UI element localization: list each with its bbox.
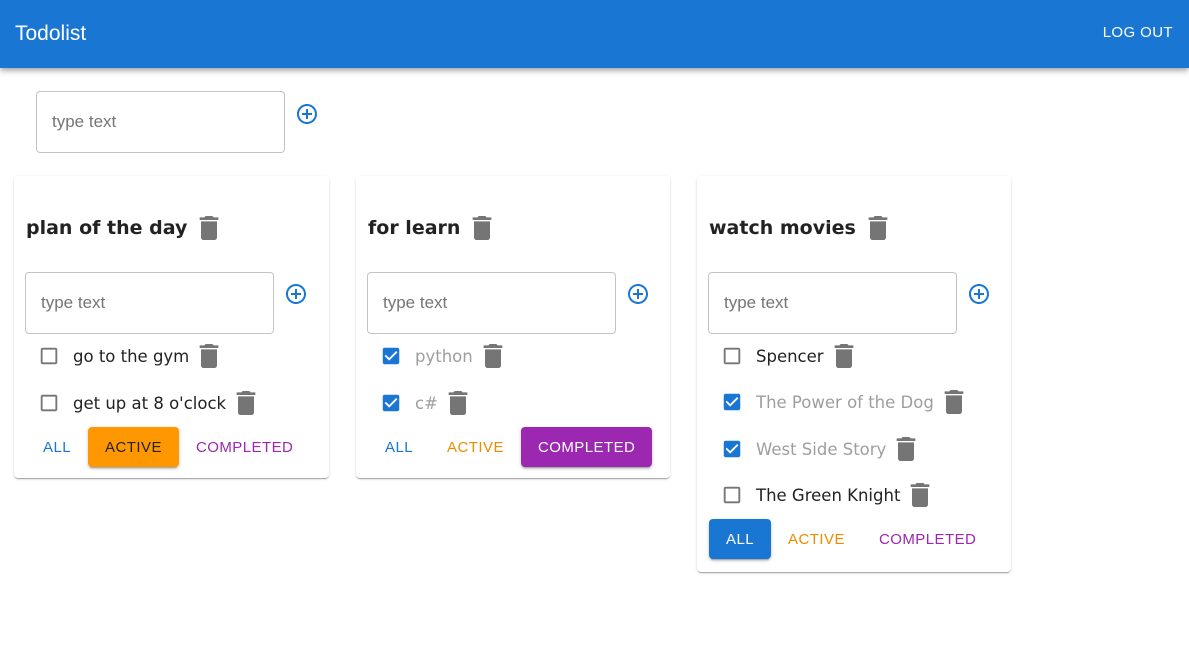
task-input[interactable] bbox=[41, 292, 241, 314]
card-title-row: plan of the day bbox=[26, 216, 219, 240]
task-title[interactable]: Spencer bbox=[756, 347, 824, 366]
task-item: c# bbox=[368, 385, 468, 421]
trash-icon bbox=[896, 437, 916, 461]
add-circle-outline-icon bbox=[297, 104, 317, 124]
task-item: Spencer bbox=[709, 338, 854, 374]
task-input[interactable] bbox=[724, 292, 924, 314]
task-item: get up at 8 o'clock bbox=[26, 385, 256, 421]
trash-icon bbox=[868, 216, 888, 240]
task-input-field[interactable] bbox=[708, 272, 957, 334]
app-title: Todolist bbox=[15, 22, 87, 45]
trash-icon bbox=[236, 391, 256, 415]
task-title[interactable]: get up at 8 o'clock bbox=[73, 394, 226, 413]
trash-icon bbox=[834, 344, 853, 368]
add-circle-outline-icon bbox=[628, 284, 648, 304]
delete-task-button[interactable] bbox=[199, 344, 219, 368]
todolist-card-watch-movies: watch movies Spencer The Power of the Do… bbox=[697, 176, 1011, 572]
checkbox-checked-icon bbox=[382, 347, 400, 365]
task-input[interactable] bbox=[383, 292, 583, 314]
task-item: go to the gym bbox=[26, 338, 219, 374]
filter-active-button[interactable]: ACTIVE bbox=[430, 427, 521, 467]
delete-task-button[interactable] bbox=[448, 391, 468, 415]
new-list-field[interactable] bbox=[36, 91, 285, 153]
delete-list-button[interactable] bbox=[868, 216, 888, 240]
trash-icon bbox=[944, 390, 964, 414]
add-circle-outline-icon bbox=[286, 284, 306, 304]
trash-icon bbox=[199, 344, 219, 368]
new-list-input[interactable] bbox=[52, 111, 252, 133]
task-checkbox[interactable] bbox=[380, 392, 402, 414]
delete-task-button[interactable] bbox=[910, 483, 930, 507]
card-title: watch movies bbox=[709, 217, 856, 239]
task-checkbox[interactable] bbox=[38, 345, 60, 367]
task-item: The Power of the Dog bbox=[709, 384, 964, 420]
filter-buttons: ALL ACTIVE COMPLETED bbox=[26, 427, 310, 467]
filter-completed-button[interactable]: COMPLETED bbox=[179, 427, 310, 467]
task-item: West Side Story bbox=[709, 431, 916, 467]
trash-icon bbox=[448, 391, 468, 415]
task-checkbox[interactable] bbox=[721, 345, 743, 367]
filter-buttons: ALL ACTIVE COMPLETED bbox=[368, 427, 653, 467]
todolist-card-plan-of-the-day: plan of the day go to the gym get up at … bbox=[14, 176, 329, 478]
task-title[interactable]: python bbox=[415, 347, 473, 366]
card-title: for learn bbox=[368, 217, 461, 239]
checkbox-unchecked-icon bbox=[723, 347, 741, 365]
filter-all-button[interactable]: ALL bbox=[26, 427, 88, 467]
task-title[interactable]: c# bbox=[415, 394, 438, 413]
checkbox-unchecked-icon bbox=[40, 347, 58, 365]
delete-list-button[interactable] bbox=[199, 216, 219, 240]
task-checkbox[interactable] bbox=[721, 391, 743, 413]
add-task-button[interactable] bbox=[966, 281, 992, 307]
task-checkbox[interactable] bbox=[721, 484, 743, 506]
trash-icon bbox=[473, 216, 492, 240]
filter-all-button[interactable]: ALL bbox=[368, 427, 430, 467]
task-checkbox[interactable] bbox=[721, 438, 743, 460]
filter-completed-button[interactable]: COMPLETED bbox=[862, 519, 993, 559]
filter-buttons: ALL ACTIVE COMPLETED bbox=[709, 519, 993, 559]
task-item: python bbox=[368, 338, 503, 374]
card-title-row: watch movies bbox=[709, 216, 888, 240]
app-bar: Todolist LOG OUT bbox=[0, 0, 1189, 68]
task-title[interactable]: The Power of the Dog bbox=[756, 393, 934, 412]
delete-task-button[interactable] bbox=[236, 391, 256, 415]
logout-button[interactable]: LOG OUT bbox=[1103, 23, 1173, 43]
task-input-field[interactable] bbox=[367, 272, 616, 334]
card-title-row: for learn bbox=[368, 216, 492, 240]
trash-icon bbox=[200, 216, 219, 240]
add-list-button[interactable] bbox=[294, 101, 320, 127]
delete-task-button[interactable] bbox=[834, 344, 854, 368]
checkbox-unchecked-icon bbox=[723, 486, 741, 504]
task-title[interactable]: go to the gym bbox=[73, 347, 189, 366]
filter-active-button[interactable]: ACTIVE bbox=[771, 519, 862, 559]
checkbox-checked-icon bbox=[382, 394, 400, 412]
task-title[interactable]: West Side Story bbox=[756, 440, 886, 459]
checkbox-unchecked-icon bbox=[40, 394, 58, 412]
delete-task-button[interactable] bbox=[944, 390, 964, 414]
filter-active-button[interactable]: ACTIVE bbox=[88, 427, 179, 467]
add-circle-outline-icon bbox=[969, 284, 989, 304]
card-title: plan of the day bbox=[26, 217, 188, 239]
delete-list-button[interactable] bbox=[472, 216, 492, 240]
delete-task-button[interactable] bbox=[896, 437, 916, 461]
trash-icon bbox=[483, 344, 503, 368]
add-task-button[interactable] bbox=[625, 281, 651, 307]
filter-completed-button[interactable]: COMPLETED bbox=[520, 427, 653, 467]
filter-all-button[interactable]: ALL bbox=[709, 519, 772, 559]
task-item: The Green Knight bbox=[709, 477, 930, 513]
task-title[interactable]: The Green Knight bbox=[756, 486, 900, 505]
delete-task-button[interactable] bbox=[483, 344, 503, 368]
add-task-button[interactable] bbox=[283, 281, 309, 307]
checkbox-checked-icon bbox=[723, 393, 741, 411]
task-input-field[interactable] bbox=[25, 272, 274, 334]
checkbox-checked-icon bbox=[723, 440, 741, 458]
trash-icon bbox=[911, 483, 930, 507]
todolist-card-for-learn: for learn python c# ALL ACTIVE COMPLETED bbox=[356, 176, 670, 478]
task-checkbox[interactable] bbox=[38, 392, 60, 414]
task-checkbox[interactable] bbox=[380, 345, 402, 367]
